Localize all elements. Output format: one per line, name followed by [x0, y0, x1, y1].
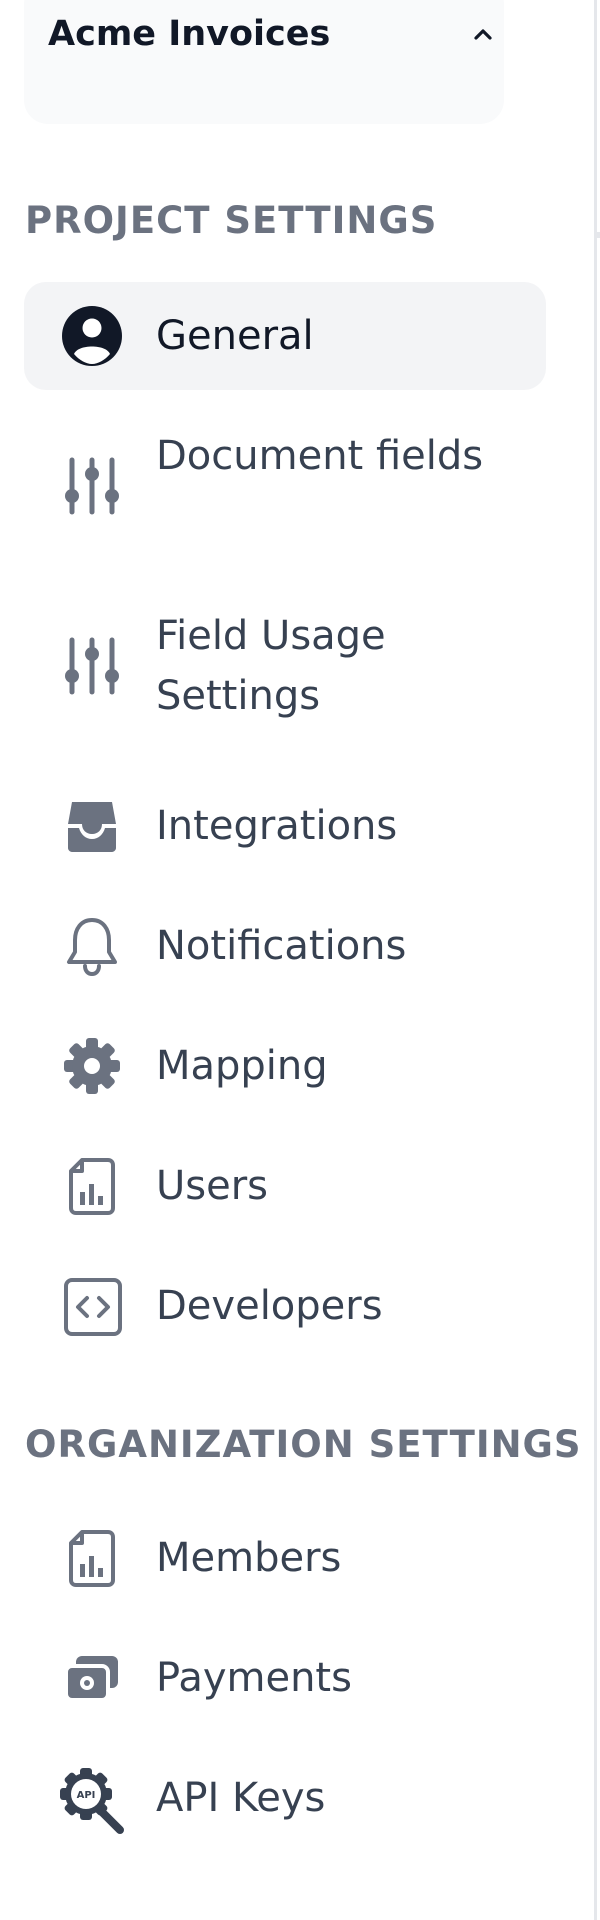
inbox-tray-icon [60, 794, 124, 858]
sliders-icon [60, 634, 124, 698]
nav-item-label: Members [156, 1535, 342, 1581]
nav-item-developers[interactable]: Developers [24, 1260, 546, 1352]
nav-item-notifications[interactable]: Notifications [24, 900, 546, 992]
nav-item-label: Developers [156, 1283, 383, 1329]
settings-sidebar: Acme Invoices PROJECT SETTINGS General D… [0, 0, 594, 1920]
project-name: Acme Invoices [48, 14, 331, 54]
nav-item-label: API Keys [156, 1775, 326, 1821]
gear-icon [60, 1034, 124, 1098]
document-chart-icon [60, 1154, 124, 1218]
nav-item-label: Field Usage Settings [156, 613, 386, 719]
nav-item-members[interactable]: Members [24, 1512, 546, 1604]
nav-item-general[interactable]: General [24, 282, 546, 390]
sliders-icon [60, 454, 124, 518]
svg-text:API: API [77, 1790, 96, 1801]
nav-item-integrations[interactable]: Integrations [24, 780, 546, 872]
bell-icon [60, 914, 124, 978]
chevron-up-icon [471, 22, 495, 46]
nav-item-label: General [156, 313, 314, 359]
section-label-organization-settings: ORGANIZATION SETTINGS [25, 1423, 582, 1466]
nav-item-field-usage-settings[interactable]: Field Usage Settings [24, 600, 546, 732]
nav-item-label: Users [156, 1163, 269, 1209]
cash-icon [60, 1646, 124, 1710]
document-chart-icon [60, 1526, 124, 1590]
nav-item-payments[interactable]: Payments [24, 1632, 546, 1724]
nav-item-label: Document fields [156, 433, 484, 479]
nav-item-document-fields[interactable]: Document fields [24, 420, 546, 552]
nav-item-label: Integrations [156, 803, 398, 849]
api-key-icon: API [58, 1766, 128, 1836]
nav-item-users[interactable]: Users [24, 1140, 546, 1232]
nav-item-api-keys[interactable]: API API Keys [24, 1752, 546, 1844]
code-icon [60, 1274, 124, 1338]
sidebar-divider [594, 0, 597, 1920]
nav-item-label: Mapping [156, 1043, 328, 1089]
nav-item-label: Payments [156, 1655, 352, 1701]
section-label-project-settings: PROJECT SETTINGS [25, 199, 438, 242]
nav-item-label: Notifications [156, 923, 407, 969]
user-circle-icon [60, 304, 124, 368]
nav-item-mapping[interactable]: Mapping [24, 1020, 546, 1112]
project-switcher[interactable]: Acme Invoices [24, 0, 504, 124]
